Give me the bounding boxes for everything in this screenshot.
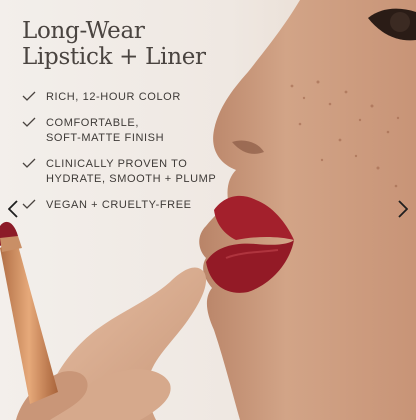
product-copy: Long-Wear Lipstick + Liner RICH, 12-HOUR…: [22, 18, 222, 224]
carousel-prev-button[interactable]: [2, 196, 24, 222]
feature-item: CLINICALLY PROVEN TO HYDRATE, SMOOTH + P…: [22, 157, 222, 187]
carousel-next-button[interactable]: [392, 196, 414, 222]
feature-list: RICH, 12-HOUR COLOR COMFORTABLE, SOFT-MA…: [22, 90, 222, 213]
feature-item: VEGAN + CRUELTY-FREE: [22, 198, 222, 213]
check-icon: [22, 91, 36, 101]
chevron-right-icon: [398, 200, 408, 218]
feature-text: CLINICALLY PROVEN TO HYDRATE, SMOOTH + P…: [46, 158, 217, 185]
feature-text: VEGAN + CRUELTY-FREE: [46, 199, 192, 211]
headline-line-1: Long-Wear: [22, 18, 145, 44]
headline-line-2: Lipstick + Liner: [22, 44, 206, 70]
check-icon: [22, 199, 36, 209]
product-headline: Long-Wear Lipstick + Liner: [22, 18, 222, 70]
product-carousel-slide: Long-Wear Lipstick + Liner RICH, 12-HOUR…: [0, 0, 416, 420]
feature-text: COMFORTABLE, SOFT-MATTE FINISH: [46, 117, 165, 144]
feature-item: COMFORTABLE, SOFT-MATTE FINISH: [22, 116, 222, 146]
check-icon: [22, 117, 36, 127]
feature-text: RICH, 12-HOUR COLOR: [46, 91, 181, 103]
feature-item: RICH, 12-HOUR COLOR: [22, 90, 222, 105]
check-icon: [22, 158, 36, 168]
chevron-left-icon: [8, 200, 18, 218]
